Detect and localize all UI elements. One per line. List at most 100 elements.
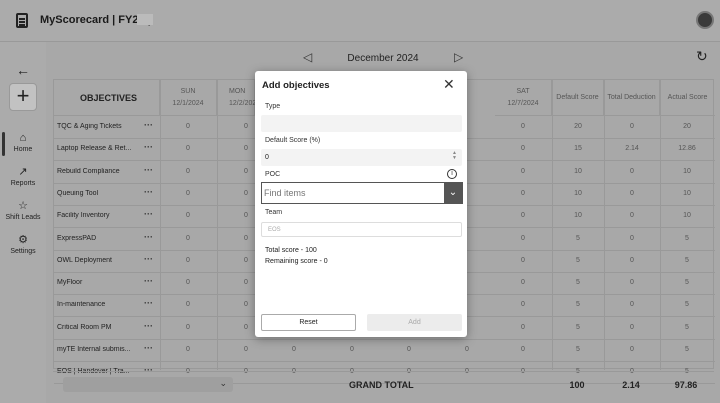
back-arrow-icon[interactable]: ← (16, 62, 30, 78)
day-cell[interactable]: 0 (457, 346, 477, 353)
more-options-icon[interactable]: ··· (144, 209, 153, 219)
more-options-icon[interactable]: ··· (144, 165, 153, 175)
nav-item-settings[interactable]: ⚙ Settings (0, 234, 46, 255)
day-cell[interactable]: 0 (284, 346, 304, 353)
more-options-icon[interactable]: ··· (144, 276, 153, 286)
more-options-icon[interactable]: ··· (144, 321, 153, 331)
objective-name: Facility Inventory (57, 212, 110, 220)
day-cell[interactable]: 0 (178, 324, 198, 331)
column-divider (160, 80, 161, 370)
chevron-down-icon: ⌄ (219, 378, 227, 388)
day-cell[interactable]: 0 (236, 301, 256, 308)
more-options-icon[interactable]: ··· (144, 187, 153, 197)
star-icon: ☆ (18, 200, 28, 212)
day-cell[interactable]: 0 (236, 346, 256, 353)
column-divider (217, 80, 218, 370)
footer-dropdown[interactable]: ⌄ (63, 377, 233, 392)
day-cell[interactable]: 0 (236, 123, 256, 130)
day-cell[interactable]: 0 (513, 190, 533, 197)
day-cell[interactable]: 0 (178, 279, 198, 286)
day-cell[interactable]: 0 (399, 346, 419, 353)
day-cell[interactable]: 0 (236, 212, 256, 219)
next-month-icon[interactable]: ▷ (454, 50, 463, 64)
deduction-cell: 0 (630, 323, 634, 331)
prev-month-icon[interactable]: ◁ (303, 50, 312, 64)
more-options-icon[interactable]: ··· (144, 254, 153, 264)
day-cell[interactable]: 0 (178, 145, 198, 152)
day-cell[interactable]: 0 (513, 257, 533, 264)
type-field[interactable] (261, 115, 462, 132)
day-cell[interactable]: 0 (178, 301, 198, 308)
day-cell[interactable]: 0 (236, 257, 256, 264)
day-cell[interactable]: 0 (178, 123, 198, 130)
default-score-cell: 10 (574, 167, 582, 175)
nav-item-home[interactable]: ⌂ Home (0, 132, 46, 153)
total-deduction-header: Total Deduction (604, 80, 660, 116)
objective-name: ExpressPAD (57, 234, 97, 242)
day-cell[interactable]: 0 (236, 324, 256, 331)
chevron-down-icon[interactable]: ⌄ (444, 183, 462, 203)
deduction-cell: 0 (630, 167, 634, 175)
poc-label: POC (265, 171, 281, 178)
remaining-score: Remaining score - 0 (265, 258, 328, 265)
day-cell[interactable]: 0 (178, 190, 198, 197)
deduction-cell: 0 (630, 212, 634, 220)
day-cell[interactable]: 0 (178, 212, 198, 219)
add-button[interactable]: Add (367, 314, 462, 331)
app-title: MyScorecard | FY25 | (40, 14, 151, 26)
day-cell[interactable]: 0 (513, 123, 533, 130)
scorecard-icon (16, 13, 28, 28)
close-icon[interactable]: ✕ (443, 76, 455, 92)
default-score-cell: 5 (576, 279, 580, 287)
info-icon[interactable]: i (447, 169, 457, 179)
day-cell[interactable]: 0 (236, 279, 256, 286)
day-cell[interactable]: 0 (513, 168, 533, 175)
nav-item-reports[interactable]: ↗ Reports (0, 166, 46, 187)
stepper-icon[interactable]: ▲ ▼ (452, 151, 457, 161)
day-cell[interactable]: 0 (342, 346, 362, 353)
default-score-cell: 5 (576, 234, 580, 242)
day-cell[interactable]: 0 (178, 235, 198, 242)
day-cell[interactable]: 0 (236, 190, 256, 197)
chart-icon: ↗ (18, 166, 28, 178)
more-options-icon[interactable]: ··· (144, 120, 153, 130)
actual-score-header: Actual Score (660, 80, 715, 116)
day-cell[interactable]: 0 (513, 324, 533, 331)
find-items-input[interactable] (264, 186, 444, 200)
day-cell[interactable]: 0 (513, 301, 533, 308)
day-cell[interactable]: 0 (513, 235, 533, 242)
day-cell[interactable]: 0 (236, 235, 256, 242)
default-score-cell: 20 (574, 123, 582, 130)
nav-label: Settings (10, 248, 36, 255)
default-score-cell: 10 (574, 189, 582, 197)
more-options-icon[interactable]: ··· (144, 343, 153, 353)
day-cell[interactable]: 0 (178, 346, 198, 353)
total-score: Total score - 100 (265, 247, 317, 254)
day-cell[interactable]: 0 (513, 145, 533, 152)
day-cell[interactable]: 0 (513, 212, 533, 219)
more-options-icon[interactable]: ··· (144, 232, 153, 242)
grand-total-label: GRAND TOTAL (349, 380, 414, 390)
nav-item-shift-leads[interactable]: ☆ Shift Leads (0, 200, 46, 221)
team-label: Team (265, 209, 283, 216)
reset-button[interactable]: Reset (261, 314, 356, 331)
day-cell[interactable]: 0 (236, 145, 256, 152)
more-options-icon[interactable]: ··· (144, 142, 153, 152)
user-avatar[interactable] (696, 11, 714, 29)
day-cell[interactable]: 0 (513, 279, 533, 286)
default-score-cell: 10 (574, 212, 582, 220)
add-objectives-dialog: Add objectives ✕ Type Default Score (%) … (255, 71, 467, 337)
refresh-icon[interactable]: ↻ (696, 48, 708, 65)
more-options-icon[interactable]: ··· (144, 298, 153, 308)
default-score-field[interactable]: 0 (261, 149, 462, 166)
default-score-cell: 5 (576, 346, 580, 353)
default-score-cell: 15 (574, 145, 582, 153)
add-objective-button[interactable]: + (9, 83, 37, 111)
day-cell[interactable]: 0 (178, 257, 198, 264)
day-cell[interactable]: 0 (178, 168, 198, 175)
day-cell[interactable]: 0 (236, 168, 256, 175)
deduction-cell: 0 (630, 256, 634, 264)
deduction-cell: 0 (630, 234, 634, 242)
day-cell[interactable]: 0 (513, 346, 533, 353)
find-items-combobox[interactable]: ⌄ (261, 182, 463, 204)
